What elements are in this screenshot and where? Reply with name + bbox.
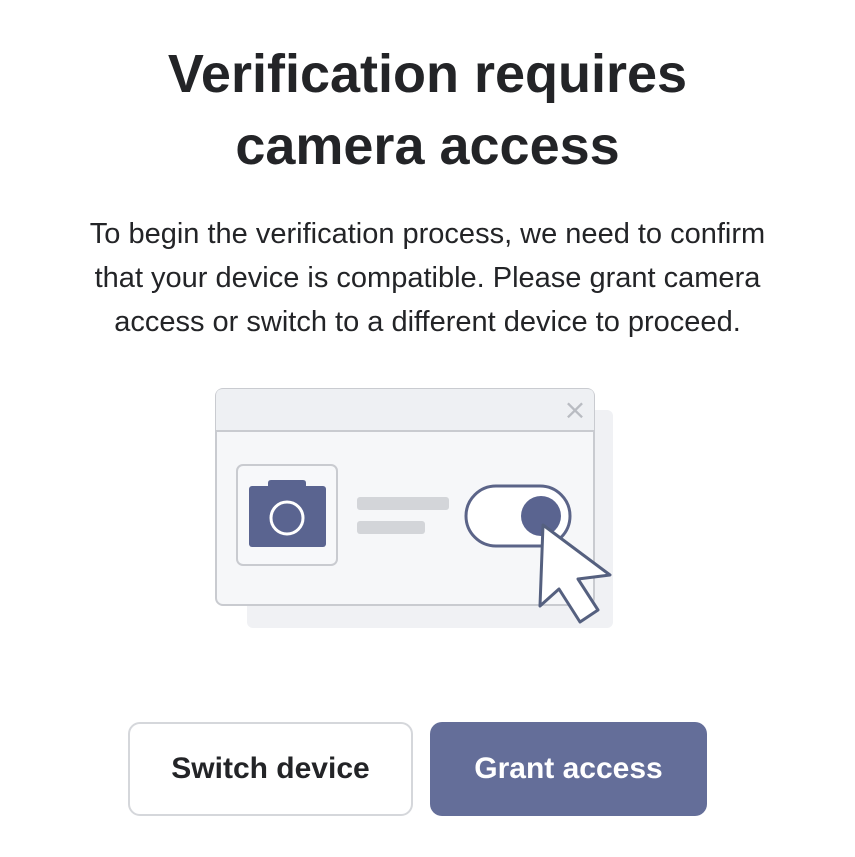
- page-title: Verification requires camera access: [0, 38, 855, 182]
- camera-permission-illustration: ×: [215, 388, 613, 628]
- placeholder-line-1: [357, 497, 449, 510]
- camera-icon: [236, 464, 338, 566]
- close-icon: ×: [563, 393, 586, 426]
- description-line-2: that your device is compatible. Please g…: [94, 262, 761, 294]
- switch-device-button[interactable]: Switch device: [128, 722, 413, 816]
- description-line-1: To begin the verification process, we ne…: [89, 218, 766, 250]
- grant-access-button[interactable]: Grant access: [430, 722, 707, 816]
- description-line-3: access or switch to a different device t…: [114, 306, 741, 338]
- placeholder-line-2: [357, 521, 425, 534]
- description: To begin the verification process, we ne…: [40, 212, 815, 344]
- page-title-line-2: camera access: [235, 116, 620, 176]
- page-title-line-1: Verification requires: [167, 44, 688, 104]
